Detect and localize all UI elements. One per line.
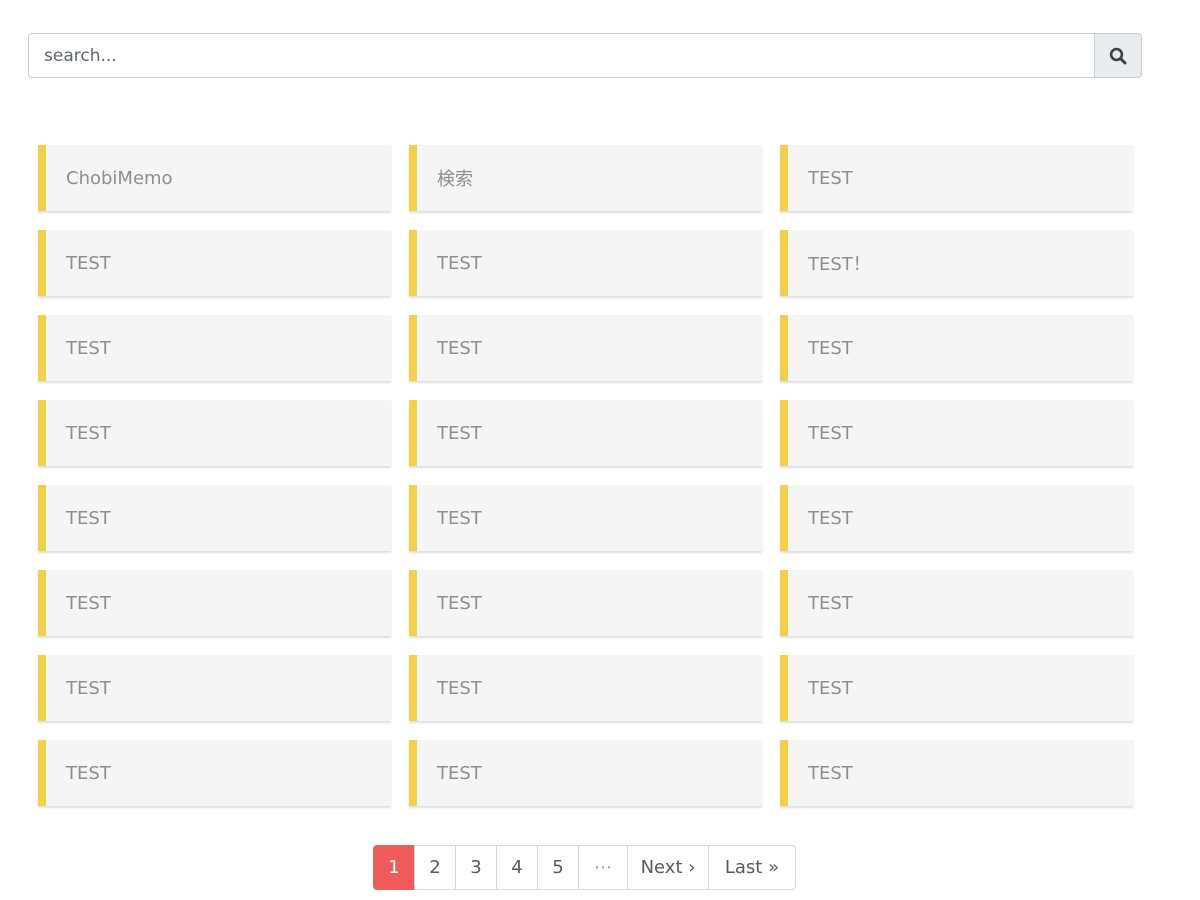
memo-card[interactable]: TEST [38, 400, 391, 466]
memo-card[interactable]: TEST [409, 400, 762, 466]
search-bar [28, 33, 1142, 78]
search-input[interactable] [28, 33, 1094, 78]
page-4-button[interactable]: 4 [496, 845, 538, 890]
memo-card[interactable]: TEST [409, 315, 762, 381]
memo-card[interactable]: TEST [409, 230, 762, 296]
memo-card[interactable]: ChobiMemo [38, 145, 391, 211]
next-page-button[interactable]: Next › [627, 845, 709, 890]
memo-card[interactable]: TEST [38, 655, 391, 721]
memo-card[interactable]: TEST [409, 655, 762, 721]
last-page-button[interactable]: Last » [708, 845, 796, 890]
page-1-button[interactable]: 1 [373, 845, 415, 890]
memo-card[interactable]: TEST [780, 740, 1133, 806]
memo-card[interactable]: TEST [409, 740, 762, 806]
memo-card[interactable]: TEST [780, 145, 1133, 211]
memo-card[interactable]: TEST [38, 570, 391, 636]
page-ellipsis: ⋯ [578, 845, 628, 890]
memo-card[interactable]: TEST [780, 400, 1133, 466]
memo-grid: ChobiMemo 検索 TEST TEST TEST TEST！ TEST T… [38, 145, 1134, 806]
memo-card[interactable]: TEST [409, 570, 762, 636]
pagination: 1 2 3 4 5 ⋯ Next › Last » [373, 845, 796, 890]
memo-card[interactable]: TEST [409, 485, 762, 551]
memo-card[interactable]: TEST [780, 570, 1133, 636]
memo-card[interactable]: TEST [38, 740, 391, 806]
memo-card[interactable]: TEST [38, 315, 391, 381]
memo-card[interactable]: TEST！ [780, 230, 1133, 296]
memo-card[interactable]: 検索 [409, 145, 762, 211]
page-2-button[interactable]: 2 [414, 845, 456, 890]
memo-card[interactable]: TEST [38, 230, 391, 296]
search-icon [1109, 47, 1127, 65]
memo-card[interactable]: TEST [38, 485, 391, 551]
memo-card[interactable]: TEST [780, 315, 1133, 381]
page-3-button[interactable]: 3 [455, 845, 497, 890]
memo-card[interactable]: TEST [780, 485, 1133, 551]
memo-card[interactable]: TEST [780, 655, 1133, 721]
search-button[interactable] [1094, 33, 1142, 78]
page-5-button[interactable]: 5 [537, 845, 579, 890]
